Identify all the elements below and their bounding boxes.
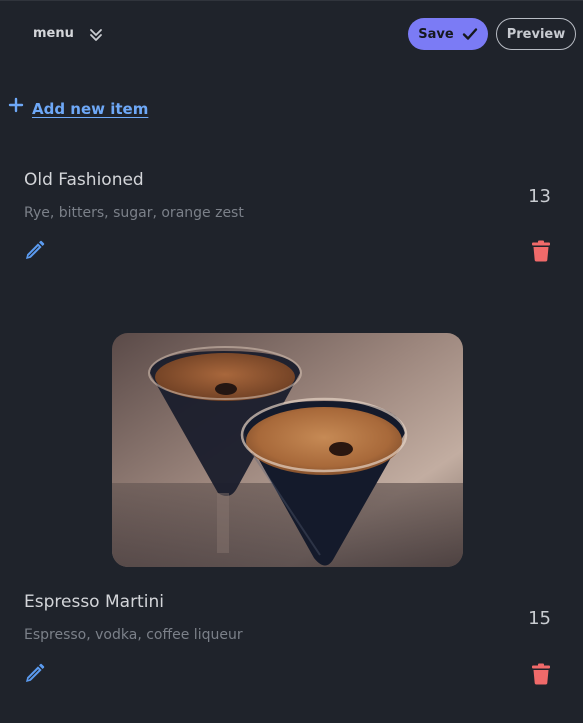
add-new-item-label[interactable]: Add new item bbox=[32, 100, 148, 118]
add-new-item-link[interactable]: Add new item bbox=[8, 96, 148, 122]
item-description: Espresso, vodka, coffee liqueur bbox=[24, 627, 243, 643]
check-icon bbox=[462, 28, 477, 40]
pencil-icon[interactable] bbox=[23, 240, 45, 262]
save-label: Save bbox=[418, 26, 454, 42]
trash-icon[interactable] bbox=[531, 240, 551, 262]
item-price: 13 bbox=[528, 186, 551, 207]
preview-button[interactable]: Preview bbox=[496, 18, 576, 50]
item-price: 15 bbox=[528, 608, 551, 629]
espresso-martini-photo bbox=[112, 333, 463, 567]
item-name: Espresso Martini bbox=[24, 592, 164, 612]
double-chevron-down-icon[interactable] bbox=[89, 27, 103, 41]
save-button[interactable]: Save bbox=[408, 18, 488, 50]
trash-icon[interactable] bbox=[531, 663, 551, 685]
item-name: Old Fashioned bbox=[24, 170, 144, 190]
plus-icon bbox=[8, 97, 24, 113]
item-description: Rye, bitters, sugar, orange zest bbox=[24, 205, 244, 221]
pencil-icon[interactable] bbox=[23, 663, 45, 685]
top-bar: menu Save Preview bbox=[0, 0, 583, 66]
preview-label: Preview bbox=[506, 26, 566, 42]
menu-label[interactable]: menu bbox=[33, 26, 74, 41]
